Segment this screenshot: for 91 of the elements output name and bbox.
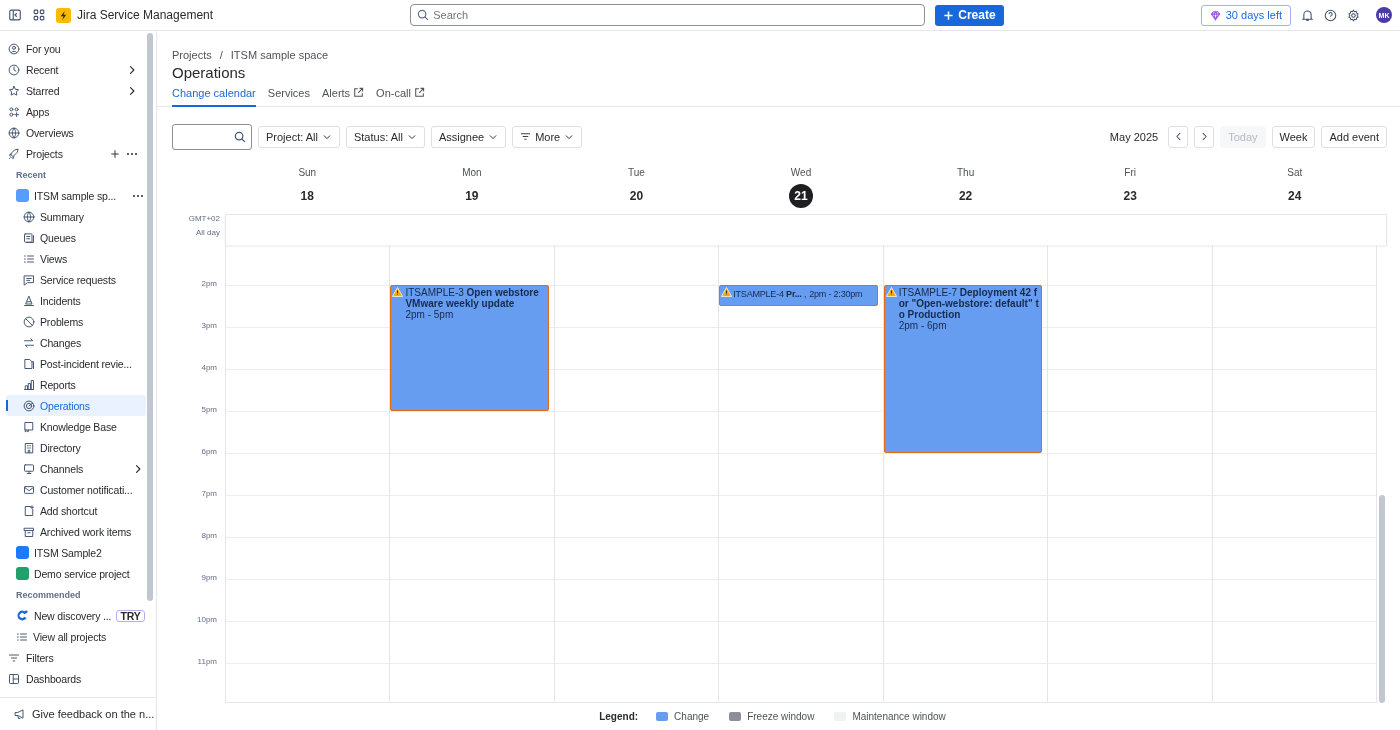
- tab[interactable]: Alerts: [322, 86, 365, 107]
- breadcrumb-link[interactable]: Projects: [172, 48, 212, 61]
- tab[interactable]: On-call: [376, 86, 425, 107]
- sidebar-item[interactable]: Dashboards: [6, 668, 146, 689]
- sidebar-item[interactable]: Incidents: [6, 290, 146, 311]
- project-item[interactable]: Demo service project: [6, 563, 146, 584]
- date-label: 19: [464, 187, 480, 205]
- sidebar-item[interactable]: Service requests: [6, 269, 146, 290]
- date-label: 22: [957, 187, 974, 205]
- sidebar-item[interactable]: Operations: [6, 395, 146, 416]
- event-time: 2pm - 6pm: [898, 320, 948, 332]
- date-label: 24: [1287, 187, 1303, 205]
- sidebar-item[interactable]: Archived work items: [6, 521, 146, 542]
- event-time: 2pm - 2:30pm: [809, 289, 863, 302]
- weekday-label: Fri: [1124, 165, 1136, 180]
- section-heading: Recent: [15, 168, 47, 182]
- month-label: May 2025: [1109, 130, 1159, 143]
- hour-label: 2pm: [201, 279, 217, 289]
- search-field[interactable]: Search: [410, 4, 926, 26]
- event-block[interactable]: ITSAMPLE-3 Open webstore VMware weekly update 2pm - 5pm: [390, 285, 549, 412]
- filter-dropdown[interactable]: Assignee: [430, 125, 507, 148]
- weekday-label: Sat: [1287, 165, 1303, 180]
- timezone-label: GMT+02: [188, 213, 220, 223]
- sidebar-item[interactable]: Directory: [6, 437, 146, 458]
- page-title: Operations: [172, 62, 247, 83]
- tab[interactable]: Services: [267, 86, 310, 107]
- sidebar-item[interactable]: Channels: [6, 458, 146, 479]
- hour-label: 8pm: [201, 531, 217, 541]
- trial-button[interactable]: 30 days left: [1200, 4, 1291, 26]
- hour-label: 5pm: [201, 405, 217, 415]
- hour-label: 9pm: [201, 573, 217, 583]
- hour-label: 10pm: [197, 615, 217, 625]
- date-label: 18: [299, 187, 315, 205]
- legend-title: Legend:: [599, 711, 639, 723]
- project-item[interactable]: View all projects: [6, 626, 146, 647]
- try-badge: TRY: [116, 609, 145, 622]
- sidebar-item[interactable]: Changes: [6, 332, 146, 353]
- date-label: 20: [628, 187, 645, 205]
- weekday-label: Mon: [462, 165, 482, 180]
- filter-dropdown[interactable]: Project: All: [258, 125, 340, 148]
- sidebar-item[interactable]: Views: [6, 248, 146, 269]
- section-heading: Recommended: [15, 588, 82, 602]
- sidebar-item[interactable]: Summary: [6, 206, 146, 227]
- sidebar-item[interactable]: Apps: [6, 101, 146, 122]
- sidebar-item[interactable]: Projects: [6, 143, 146, 164]
- all-day-label: All day: [196, 227, 220, 237]
- legend-label: Maintenance window: [852, 711, 946, 723]
- project-item[interactable]: New discovery ... TRY: [6, 605, 146, 626]
- hour-label: 11pm: [197, 657, 217, 667]
- week-view-button[interactable]: Week: [1271, 125, 1316, 148]
- app-name[interactable]: Jira Service Management: [77, 8, 214, 22]
- date-label: 23: [1122, 187, 1138, 205]
- today-date-marker: 21: [789, 183, 813, 208]
- event-time: 2pm - 5pm: [405, 309, 455, 321]
- sidebar-item[interactable]: Knowledge Base: [6, 416, 146, 437]
- hour-label: 4pm: [201, 363, 217, 373]
- sidebar-item[interactable]: Customer notificati...: [6, 479, 146, 500]
- event-title: ITSAMPLE-7 Deployment 42 for "Open-webstore: default" to Production: [898, 287, 1040, 321]
- create-button[interactable]: Create: [935, 4, 1004, 26]
- filter-dropdown[interactable]: Status: All: [345, 125, 425, 148]
- sidebar-item[interactable]: For you: [6, 38, 146, 59]
- breadcrumb-link[interactable]: ITSM sample space: [230, 48, 328, 61]
- event-block[interactable]: ITSAMPLE-7 Deployment 42 for "Open-webstore: default" to Production 2pm - 6pm: [883, 285, 1043, 454]
- project-item[interactable]: ITSM sample sp...: [6, 185, 146, 206]
- filter-dropdown[interactable]: More: [512, 125, 583, 148]
- sidebar-item[interactable]: Problems: [6, 311, 146, 332]
- weekday-label: Thu: [957, 165, 975, 180]
- weekday-label: Tue: [628, 165, 645, 180]
- sidebar-item[interactable]: Starred: [6, 80, 146, 101]
- breadcrumb-separator: /: [219, 48, 223, 61]
- sidebar-item[interactable]: Queues: [6, 227, 146, 248]
- sidebar-item[interactable]: Overviews: [6, 122, 146, 143]
- sidebar-item[interactable]: Recent: [6, 59, 146, 80]
- sidebar-item[interactable]: Reports: [6, 374, 146, 395]
- tab[interactable]: Change calendar: [172, 86, 256, 107]
- feedback-link[interactable]: Give feedback on the n...: [0, 697, 156, 730]
- legend-label: Freeze window: [747, 711, 815, 723]
- hour-label: 7pm: [201, 489, 217, 499]
- weekday-label: Sun: [298, 165, 317, 180]
- legend-label: Change: [674, 711, 710, 723]
- event-title: ITSAMPLE-4 Pr... ,: [733, 289, 807, 302]
- event-title: ITSAMPLE-3 Open webstore VMware weekly update: [405, 287, 540, 310]
- sidebar-item[interactable]: Filters: [6, 647, 146, 668]
- add-event-button[interactable]: Add event: [1321, 125, 1387, 148]
- hour-label: 3pm: [201, 321, 217, 331]
- event-block[interactable]: ITSAMPLE-4 Pr... , 2pm - 2:30pm: [719, 285, 878, 307]
- weekday-label: Wed: [790, 165, 812, 180]
- project-item[interactable]: ITSM Sample2: [6, 542, 146, 563]
- hour-label: 6pm: [201, 447, 217, 457]
- sidebar-item[interactable]: Post-incident revie...: [6, 353, 146, 374]
- sidebar-item[interactable]: Add shortcut: [6, 500, 146, 521]
